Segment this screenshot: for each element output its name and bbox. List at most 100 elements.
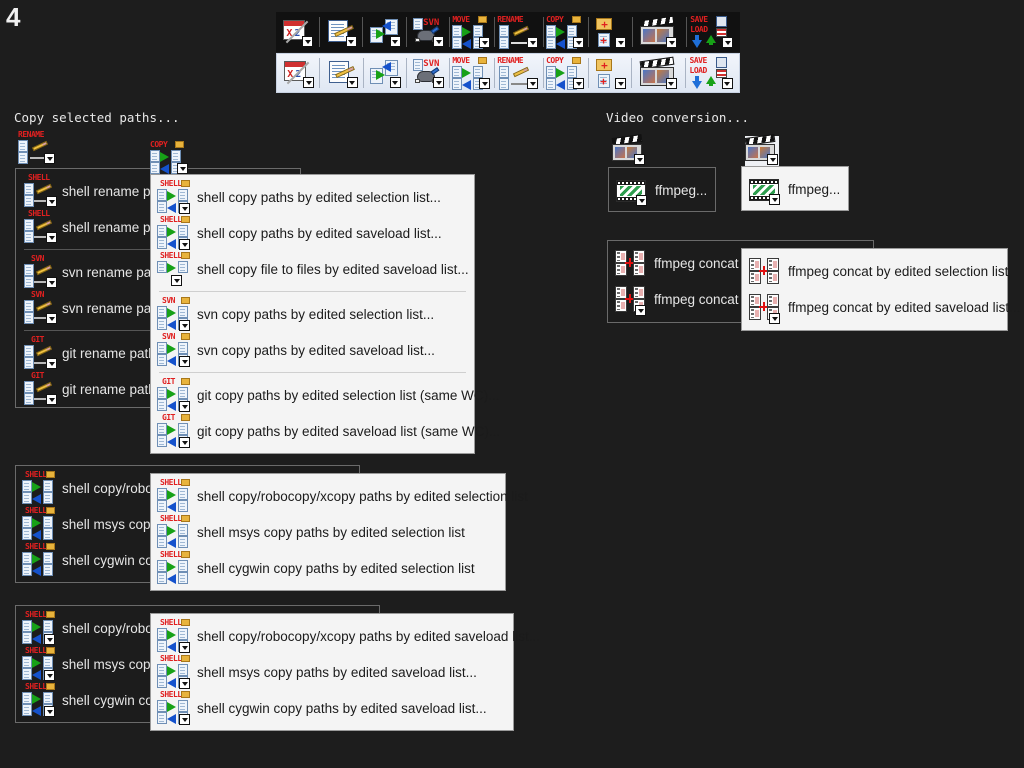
chevron-down-icon[interactable] <box>615 78 627 89</box>
menu-item-ffmpeg-concat-selection[interactable]: ffmpeg concat by edited selection list <box>742 253 1008 289</box>
chevron-down-icon[interactable] <box>179 714 190 725</box>
menu-item-shell-msys-saveload[interactable]: SHELL shell msys copy paths by edited sa… <box>151 654 513 690</box>
menu-item-shell-cygwin-saveload[interactable]: SHELL shell cygwin copy paths by edited … <box>151 690 513 726</box>
excel-to-text-button-hover[interactable]: X 2 <box>279 55 317 91</box>
menu-item-shell-msys-selection[interactable]: SHELL shell msys copy paths by edited se… <box>151 514 505 550</box>
shell-copy-selection-menu[interactable]: SHELL shell copy/robocopy/xcopy paths by… <box>150 473 528 591</box>
chevron-down-icon[interactable] <box>46 277 57 288</box>
chevron-down-icon[interactable] <box>573 78 585 89</box>
chevron-down-icon[interactable] <box>615 37 627 48</box>
chevron-down-icon[interactable] <box>345 36 357 47</box>
copy-paths-menu[interactable]: SHELL shell copy paths by edited selecti… <box>150 174 500 454</box>
copy-menu-trigger[interactable]: COPY <box>150 141 188 177</box>
menu-item-ffmpeg-light[interactable]: ffmpeg... <box>742 171 848 207</box>
move-button-hover[interactable]: MOVE <box>452 55 492 91</box>
excel-to-text-button[interactable]: X 2 <box>278 14 317 50</box>
chevron-down-icon[interactable] <box>179 678 190 689</box>
chevron-down-icon[interactable] <box>769 194 780 205</box>
chevron-down-icon[interactable] <box>46 313 57 324</box>
chevron-down-icon[interactable] <box>179 320 190 331</box>
chevron-down-icon[interactable] <box>179 401 190 412</box>
chevron-down-icon[interactable] <box>179 203 190 214</box>
menu-item-git-copy-selection[interactable]: GIT git copy paths by edited selection l… <box>151 377 499 413</box>
new-folder-file-button-hover[interactable]: + + <box>591 55 629 91</box>
chevron-down-icon[interactable] <box>479 37 491 48</box>
copy-button[interactable]: COPY <box>546 14 586 50</box>
menu-item-shell-copy-selection[interactable]: SHELL shell copy paths by edited selecti… <box>151 179 474 215</box>
rename-button-hover[interactable]: RENAME <box>497 55 541 91</box>
ffmpeg-dark-trigger[interactable] <box>611 133 646 168</box>
chevron-down-icon[interactable] <box>666 37 678 48</box>
svn-button[interactable]: SVN <box>409 14 448 50</box>
chevron-down-icon[interactable] <box>721 78 733 89</box>
chevron-down-icon[interactable] <box>573 37 585 48</box>
chevron-down-icon[interactable] <box>179 356 190 367</box>
svn-button-hover[interactable]: SVN <box>409 55 447 91</box>
menu-item-shell-copy-file-to-files[interactable]: SHELL shell copy file to files by edited… <box>151 251 474 287</box>
menu-item-svn-copy-saveload[interactable]: SVN svn copy paths by edited saveload li… <box>151 332 474 368</box>
move-copy-paths-button[interactable] <box>365 14 404 50</box>
menu-item-shell-copy-saveload[interactable]: SHELL shell copy paths by edited saveloa… <box>151 215 474 251</box>
chevron-down-icon[interactable] <box>433 36 445 47</box>
chevron-down-icon[interactable] <box>634 154 645 165</box>
chevron-down-icon[interactable] <box>346 77 358 88</box>
chevron-down-icon[interactable] <box>179 437 190 448</box>
copy-icon: SHELL <box>157 216 191 250</box>
chevron-down-icon[interactable] <box>636 195 647 206</box>
chevron-down-icon[interactable] <box>44 706 55 717</box>
chevron-down-icon[interactable] <box>769 313 780 324</box>
chevron-down-icon[interactable] <box>44 670 55 681</box>
rename-menu-trigger[interactable]: RENAME <box>18 131 56 167</box>
toolbar-row-dark[interactable]: X 2 SVN MOVE RENAME COPY + + SAVE LOAD <box>276 12 740 52</box>
menu-item-ffmpeg-concat-saveload[interactable]: ffmpeg concat by edited saveload list... <box>742 289 1020 325</box>
edit-note-button[interactable] <box>322 14 361 50</box>
ffmpeg-menu-light[interactable]: ffmpeg... <box>741 166 849 211</box>
chevron-down-icon[interactable] <box>527 78 539 89</box>
chevron-down-icon[interactable] <box>635 305 646 316</box>
ffmpeg-concat-menu[interactable]: ffmpeg concat by edited selection list f… <box>741 248 1020 331</box>
menu-item-git-copy-saveload[interactable]: GIT git copy paths by edited saveload li… <box>151 413 500 449</box>
save-load-button-hover[interactable]: SAVE LOAD <box>688 55 737 91</box>
chevron-down-icon[interactable] <box>767 154 778 165</box>
chevron-down-icon[interactable] <box>433 77 445 88</box>
menu-item-label: shell cygwin copy paths by edited savelo… <box>197 700 487 716</box>
menu-item-svn-copy-selection[interactable]: SVN svn copy paths by edited selection l… <box>151 296 474 332</box>
chevron-down-icon[interactable] <box>303 77 315 88</box>
chevron-down-icon[interactable] <box>665 78 677 89</box>
chevron-down-icon[interactable] <box>302 36 314 47</box>
rename-button[interactable]: RENAME <box>497 14 541 50</box>
video-button-hover[interactable] <box>634 55 683 91</box>
chevron-down-icon[interactable] <box>389 77 401 88</box>
rename-label: RENAME <box>497 56 524 65</box>
chevron-down-icon[interactable] <box>179 239 190 250</box>
new-folder-file-button[interactable]: + + <box>591 14 630 50</box>
menu-item-ffmpeg-dark[interactable]: ffmpeg... <box>609 172 715 208</box>
copy-button-hover[interactable]: COPY <box>546 55 586 91</box>
chevron-down-icon[interactable] <box>46 232 57 243</box>
chevron-down-icon[interactable] <box>527 37 539 48</box>
chevron-down-icon[interactable] <box>179 642 190 653</box>
move-button[interactable]: MOVE <box>452 14 492 50</box>
menu-item-shell-robocopy-selection[interactable]: SHELL shell copy/robocopy/xcopy paths by… <box>151 478 528 514</box>
ffmpeg-menu-dark[interactable]: ffmpeg... <box>608 167 716 212</box>
shell-copy-saveload-menu[interactable]: SHELL shell copy/robocopy/xcopy paths by… <box>150 613 540 731</box>
chevron-down-icon[interactable] <box>44 153 55 164</box>
load-label: LOAD <box>690 25 708 34</box>
chevron-down-icon[interactable] <box>46 394 57 405</box>
chevron-down-icon[interactable] <box>171 275 182 286</box>
save-load-button[interactable]: SAVE LOAD <box>689 14 738 50</box>
chevron-down-icon[interactable] <box>389 36 401 47</box>
chevron-down-icon[interactable] <box>722 37 734 48</box>
move-copy-paths-button-hover[interactable] <box>366 55 404 91</box>
chevron-down-icon[interactable] <box>44 634 55 645</box>
edit-note-button-hover[interactable] <box>322 55 360 91</box>
menu-item-shell-cygwin-selection[interactable]: SHELL shell cygwin copy paths by edited … <box>151 550 505 586</box>
chevron-down-icon[interactable] <box>479 78 491 89</box>
chevron-down-icon[interactable] <box>177 163 188 174</box>
menu-item-shell-robocopy-saveload[interactable]: SHELL shell copy/robocopy/xcopy paths by… <box>151 618 540 654</box>
video-button[interactable] <box>635 14 684 50</box>
chevron-down-icon[interactable] <box>46 358 57 369</box>
ffmpeg-light-trigger[interactable] <box>744 133 779 168</box>
toolbar-row-hover[interactable]: X 2 SVN MOVE RENAME COPY + + SAVE LOAD <box>276 53 740 93</box>
chevron-down-icon[interactable] <box>46 196 57 207</box>
